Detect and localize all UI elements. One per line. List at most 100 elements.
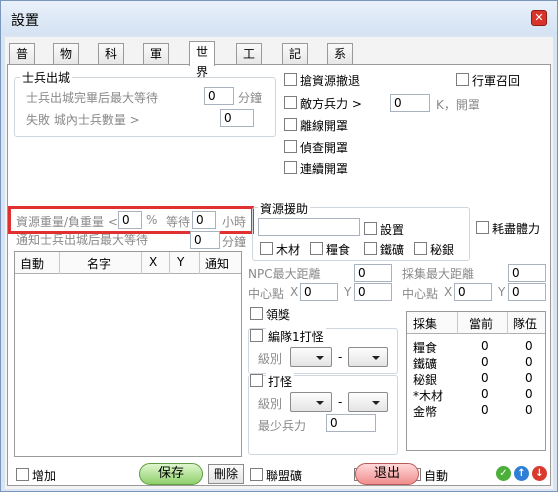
title-bar: 設置 ✕	[1, 1, 557, 35]
team-level-label: 級別	[258, 352, 283, 366]
gather-row-current: 0	[481, 371, 489, 385]
after-full-wait-label: 士兵出城完畢后最大等待	[26, 91, 159, 105]
gather-center-label: 中心點	[402, 287, 439, 301]
claim-reward-checkbox[interactable]	[250, 307, 263, 320]
monster-level-max-select[interactable]	[348, 392, 388, 412]
aid-iron-checkbox[interactable]	[364, 242, 377, 255]
tab-tech[interactable]: 科技	[98, 43, 125, 81]
table-row: 金幣 0 0	[407, 403, 545, 419]
gather-table-header: 採集 當前 隊伍	[407, 312, 545, 334]
alliance-mine-label: 聯盟礦	[266, 469, 303, 483]
stamina-label: 耗盡體力	[492, 222, 541, 236]
claim-reward-label: 領獎	[266, 308, 291, 322]
monster-level-dash: -	[338, 395, 343, 409]
npc-y-input[interactable]: 0	[354, 283, 392, 301]
delete-button[interactable]: 刪除	[208, 464, 244, 484]
team-monster-checkbox[interactable]	[250, 329, 263, 342]
aid-silver-checkbox[interactable]	[414, 242, 427, 255]
add-label: 增加	[32, 469, 57, 483]
npc-max-dist-label: NPC最大距離	[248, 267, 321, 281]
npc-center-label: 中心點	[248, 287, 285, 301]
gather-max-dist-label: 採集最大距離	[402, 267, 475, 281]
scout-shield-label: 偵查開罩	[300, 141, 349, 155]
add-checkbox[interactable]	[16, 468, 29, 481]
resource-aid-input[interactable]	[258, 218, 360, 236]
aid-wood-label: 木材	[276, 243, 301, 257]
team-level-max-select[interactable]	[348, 347, 388, 367]
npc-y-label: Y	[344, 285, 352, 299]
col-auto: 自動	[20, 257, 45, 271]
gather-row-current: 0	[481, 355, 489, 369]
alliance-mine-checkbox[interactable]	[250, 468, 263, 481]
tab-general[interactable]: 普通	[9, 43, 36, 81]
army-recall-checkbox[interactable]	[456, 73, 469, 86]
offline-shield-checkbox[interactable]	[284, 118, 297, 131]
soldier-section-title: 士兵出城	[20, 69, 73, 86]
check-icon[interactable]: ✓	[496, 466, 511, 481]
min-force-label: 最少兵力	[258, 419, 307, 433]
col-y: Y	[177, 255, 185, 269]
target-list-header: 自動 名字 X Y 通知	[15, 252, 241, 274]
monster-checkbox[interactable]	[250, 374, 263, 387]
aid-food-checkbox[interactable]	[310, 242, 323, 255]
notify-return-input[interactable]: 0	[190, 231, 220, 249]
fail-soldier-input[interactable]: 0	[220, 109, 254, 127]
exit-button[interactable]: 退出	[355, 463, 419, 485]
scout-shield-checkbox[interactable]	[284, 140, 297, 153]
monster-label: 打怪	[266, 373, 295, 390]
gather-col-type: 採集	[413, 317, 438, 331]
enemy-force-label: 敵方兵力 >	[300, 97, 362, 111]
tab-records[interactable]: 記錄	[282, 43, 309, 81]
monster-level-min-select[interactable]	[290, 392, 332, 412]
grab-retreat-label: 搶資源撤退	[300, 74, 361, 88]
target-list[interactable]: 自動 名字 X Y 通知	[14, 251, 242, 457]
aid-setting-checkbox[interactable]	[364, 222, 377, 235]
up-arrow-icon[interactable]: ↑	[514, 466, 529, 481]
gather-row-team: 0	[525, 387, 533, 401]
chevron-down-icon	[372, 356, 380, 360]
chevron-down-icon	[316, 356, 324, 360]
content-area: 普通 物品 科技 軍隊 世界 工具 記錄 系統 士兵出城 士兵出城完畢后最大等待…	[5, 37, 553, 489]
gather-row-current: 0	[481, 339, 489, 353]
fail-soldier-label: 失敗 城內士兵數量 >	[26, 113, 140, 127]
down-arrow-icon[interactable]: ↓	[532, 466, 547, 481]
grab-retreat-checkbox[interactable]	[284, 73, 297, 86]
gather-row-team: 0	[525, 403, 533, 417]
col-name: 名字	[87, 257, 112, 271]
settings-window: 設置 ✕ 普通 物品 科技 軍隊 世界 工具 記錄 系統 士兵出城 士兵出城完畢…	[0, 0, 558, 492]
aid-wood-checkbox[interactable]	[260, 242, 273, 255]
aid-setting-label: 設置	[380, 223, 405, 237]
chain-shield-checkbox[interactable]	[284, 161, 297, 174]
gather-col-current: 當前	[469, 317, 494, 331]
after-full-wait-input[interactable]: 0	[204, 87, 234, 105]
col-x: X	[149, 255, 158, 269]
gather-row-type: 糧食	[413, 341, 438, 355]
chevron-down-icon	[372, 401, 380, 405]
enemy-force-checkbox[interactable]	[284, 96, 297, 109]
aid-food-label: 糧食	[326, 243, 351, 257]
npc-x-label: X	[290, 285, 299, 299]
gather-max-dist-input[interactable]: 0	[508, 264, 546, 282]
min-force-input[interactable]: 0	[326, 414, 376, 432]
aid-silver-label: 秘銀	[430, 243, 455, 257]
gather-y-input[interactable]: 0	[508, 283, 546, 301]
army-recall-label: 行軍召回	[472, 74, 521, 88]
tab-army[interactable]: 軍隊	[143, 43, 170, 81]
tab-system[interactable]: 系統	[327, 43, 354, 81]
save-button[interactable]: 保存	[139, 463, 203, 485]
stamina-checkbox[interactable]	[476, 221, 489, 234]
tab-items[interactable]: 物品	[53, 43, 80, 81]
tab-world[interactable]: 世界	[189, 41, 216, 79]
table-row: *木材 0 0	[407, 387, 545, 403]
enemy-force-input[interactable]: 0	[390, 94, 430, 112]
gather-x-input[interactable]: 0	[454, 283, 492, 301]
close-icon[interactable]: ✕	[531, 10, 547, 26]
npc-x-input[interactable]: 0	[300, 283, 338, 301]
team-level-min-select[interactable]	[290, 347, 332, 367]
notify-return-label: 通知士兵出城后最大等待	[16, 233, 149, 247]
npc-max-dist-input[interactable]: 0	[354, 264, 392, 282]
resource-aid-title: 資源援助	[258, 200, 311, 217]
tab-tools[interactable]: 工具	[236, 43, 263, 81]
team-monster-label: 編隊1打怪	[266, 328, 326, 345]
enemy-force-unit: K，開罩	[436, 98, 480, 112]
